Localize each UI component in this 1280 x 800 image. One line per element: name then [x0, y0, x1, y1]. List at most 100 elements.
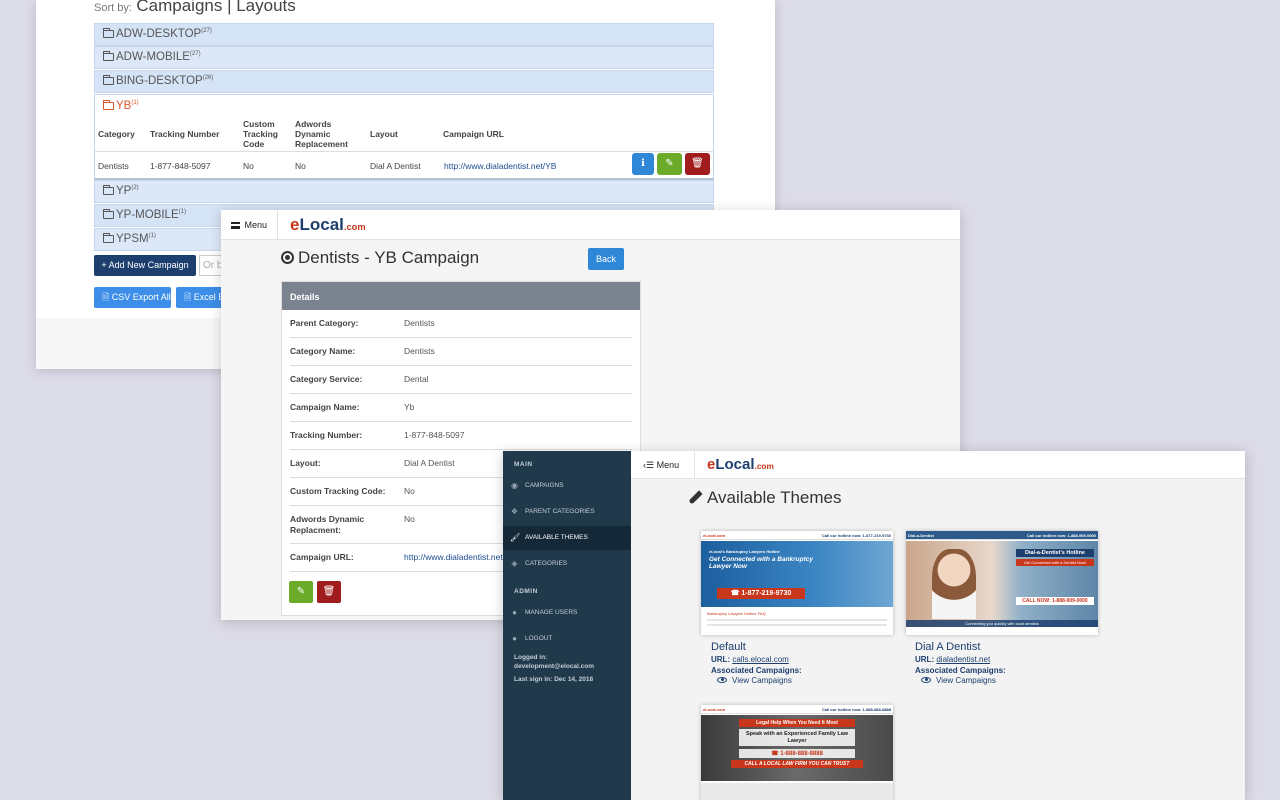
sidebar-item-label: CATEGORIES	[525, 560, 568, 567]
logo-domain: .com	[754, 462, 774, 471]
cell-adwords-dynamic: No	[295, 161, 306, 171]
thumb-small-headline: Dial-a-Dentist's Hotline	[1016, 549, 1094, 557]
thumb-faq: Connecting you quickly with local dentis…	[906, 620, 1098, 627]
detail-value: No	[404, 514, 415, 524]
detail-label: Custom Tracking Code:	[290, 486, 386, 496]
logged-in-label: Logged in:	[514, 654, 548, 661]
folder-icon	[103, 185, 114, 195]
cell-campaign-url[interactable]: http://www.dialadentist.net/YB	[444, 161, 556, 171]
group-count: (1)	[178, 209, 186, 216]
info-icon: ℹ	[641, 158, 645, 169]
group-header-yb[interactable]: YB(1)	[103, 100, 139, 112]
sidebar-item-logout[interactable]: ● LOGOUT	[503, 627, 631, 651]
view-campaigns-label: View Campaigns	[732, 676, 792, 685]
group-count: (27)	[189, 51, 201, 58]
sidebar-section-main: MAIN	[514, 461, 533, 468]
csv-export-button[interactable]: 🗎 CSV Export All	[94, 287, 171, 308]
detail-row-tracking-number: Tracking Number: 1-877-848-5097	[290, 422, 632, 450]
detail-row-parent-category: Parent Category: Dentists	[290, 310, 632, 338]
brush-icon: 🖌	[510, 533, 521, 542]
detail-label: Adwords Dynamic Replacment:	[290, 514, 365, 535]
sidebar-item-manage-users[interactable]: ● MANAGE USERS	[503, 601, 631, 625]
theme-name: Default	[711, 641, 746, 653]
file-icon: 🗎	[184, 292, 192, 302]
excel-export-button[interactable]: 🗎 Excel Ex	[176, 287, 226, 308]
folder-icon	[103, 209, 114, 219]
menu-button[interactable]: Menu	[221, 210, 278, 240]
sidebar-item-campaigns[interactable]: ◉ CAMPAIGNS	[503, 474, 631, 498]
last-sign-in: Last sign in: Dec 14, 2018	[514, 676, 594, 683]
edit-button[interactable]: ✎	[289, 581, 313, 603]
delete-button[interactable]: 🗑	[685, 153, 710, 175]
folder-open-icon	[103, 100, 114, 110]
top-bar: Menu eLocal.com	[221, 210, 960, 240]
thumb-header: Dial-a-Dentist Call our hotline now: 1-8…	[906, 531, 1098, 540]
group-row-adw-mobile[interactable]: ADW-MOBILE(27)	[94, 46, 714, 69]
file-icon: 🗎	[102, 292, 110, 302]
sidebar-item-label: LOGOUT	[525, 635, 553, 642]
logo-domain: .com	[343, 222, 366, 232]
view-campaigns-link[interactable]: View Campaigns	[711, 676, 792, 685]
sidebar: MAIN ◉ CAMPAIGNS ❖ PARENT CATEGORIES 🖌 A…	[503, 451, 631, 800]
group-row-yp[interactable]: YP(2)	[94, 180, 714, 203]
cube-icon: ◈	[511, 559, 518, 568]
table-divider	[95, 151, 713, 152]
column-header: Layout	[370, 129, 398, 139]
sidebar-item-parent-categories[interactable]: ❖ PARENT CATEGORIES	[503, 500, 631, 524]
elocal-logo[interactable]: eLocal.com	[707, 456, 774, 473]
group-name: ADW-DESKTOP	[116, 28, 202, 40]
thumb-phone: CALL NOW: 1-888-909-0000	[1016, 597, 1094, 605]
back-button[interactable]: Back	[588, 248, 624, 270]
group-name: YP-MOBILE	[116, 209, 179, 221]
eye-icon	[717, 677, 727, 683]
detail-value: Dentists	[404, 346, 435, 356]
theme-url-link[interactable]: dialadentist.net	[936, 655, 990, 664]
column-header: Adwords Dynamic Replacement	[295, 119, 348, 149]
pencil-icon: ✎	[296, 586, 306, 597]
group-row-adw-desktop[interactable]: ADW-DESKTOP(27)	[94, 23, 714, 46]
group-row-bing-desktop[interactable]: BING-DESKTOP(26)	[94, 70, 714, 93]
detail-value: Dentists	[404, 318, 435, 328]
group-name: YB	[116, 100, 132, 112]
top-bar: ‹☰ Menu eLocal.com	[631, 451, 1245, 479]
menu-button[interactable]: ‹☰ Menu	[631, 451, 695, 479]
theme-thumbnail-dial-a-dentist[interactable]: Dial-a-Dentist Call our hotline now: 1-8…	[906, 531, 1098, 635]
thumb-phone: ☎ 1-888-888-8888	[739, 749, 855, 758]
group-count: (27)	[201, 28, 212, 35]
group-count: (1)	[131, 100, 139, 107]
theme-thumbnail-family-law[interactable]: eLocal.com Call our hotline now: 1-888-8…	[701, 705, 893, 800]
thumb-hotline: Call our hotline now: 1-877-219-9730	[821, 533, 891, 538]
thumb-faq: Bankruptcy Lawyers Hotline FAQ	[707, 611, 766, 616]
sidebar-item-categories[interactable]: ◈ CATEGORIES	[503, 552, 631, 576]
pencil-icon: ✎	[665, 158, 674, 169]
elocal-logo[interactable]: eLocal.com	[290, 215, 366, 235]
group-name: ADW-MOBILE	[116, 51, 190, 63]
group-name: YP	[116, 185, 132, 197]
theme-thumbnail-default[interactable]: eLocal.com Call our hotline now: 1-877-2…	[701, 531, 893, 635]
detail-row-category-service: Category Service: Dental	[290, 366, 632, 394]
detail-value: Dial A Dentist	[404, 458, 455, 468]
detail-value-link[interactable]: http://www.dialadentist.net	[404, 552, 503, 562]
eye-icon	[921, 677, 931, 683]
add-new-campaign-button[interactable]: + Add New Campaign	[94, 255, 196, 276]
info-button[interactable]: ℹ	[632, 153, 654, 175]
sidebar-item-label: CAMPAIGNS	[525, 482, 564, 489]
menu-label: Menu	[244, 220, 268, 230]
sidebar-item-available-themes[interactable]: 🖌 AVAILABLE THEMES	[503, 526, 631, 550]
thumb-hero: Legal Help When You Need It Most Speak w…	[701, 715, 893, 781]
brush-icon	[688, 490, 703, 505]
logged-in-user: development@elocal.com	[514, 663, 595, 670]
delete-button[interactable]: 🗑	[317, 581, 341, 603]
sort-by-value[interactable]: Campaigns | Layouts	[136, 0, 295, 15]
view-campaigns-link[interactable]: View Campaigns	[915, 676, 996, 685]
thumb-header: eLocal.com Call our hotline now: 1-877-2…	[701, 531, 893, 540]
theme-name: Dial A Dentist	[915, 641, 981, 653]
theme-url-link[interactable]: calls.elocal.com	[732, 655, 788, 664]
edit-button[interactable]: ✎	[657, 153, 682, 175]
thumb-phone: ☎ 1-877-219-9730	[717, 588, 805, 599]
user-icon: ●	[512, 608, 517, 617]
thumb-logo: eLocal.com	[703, 707, 726, 712]
thumb-headline: Speak with an Experienced Family Law Law…	[739, 729, 855, 746]
target-icon	[281, 251, 294, 264]
folder-icon	[103, 28, 114, 38]
